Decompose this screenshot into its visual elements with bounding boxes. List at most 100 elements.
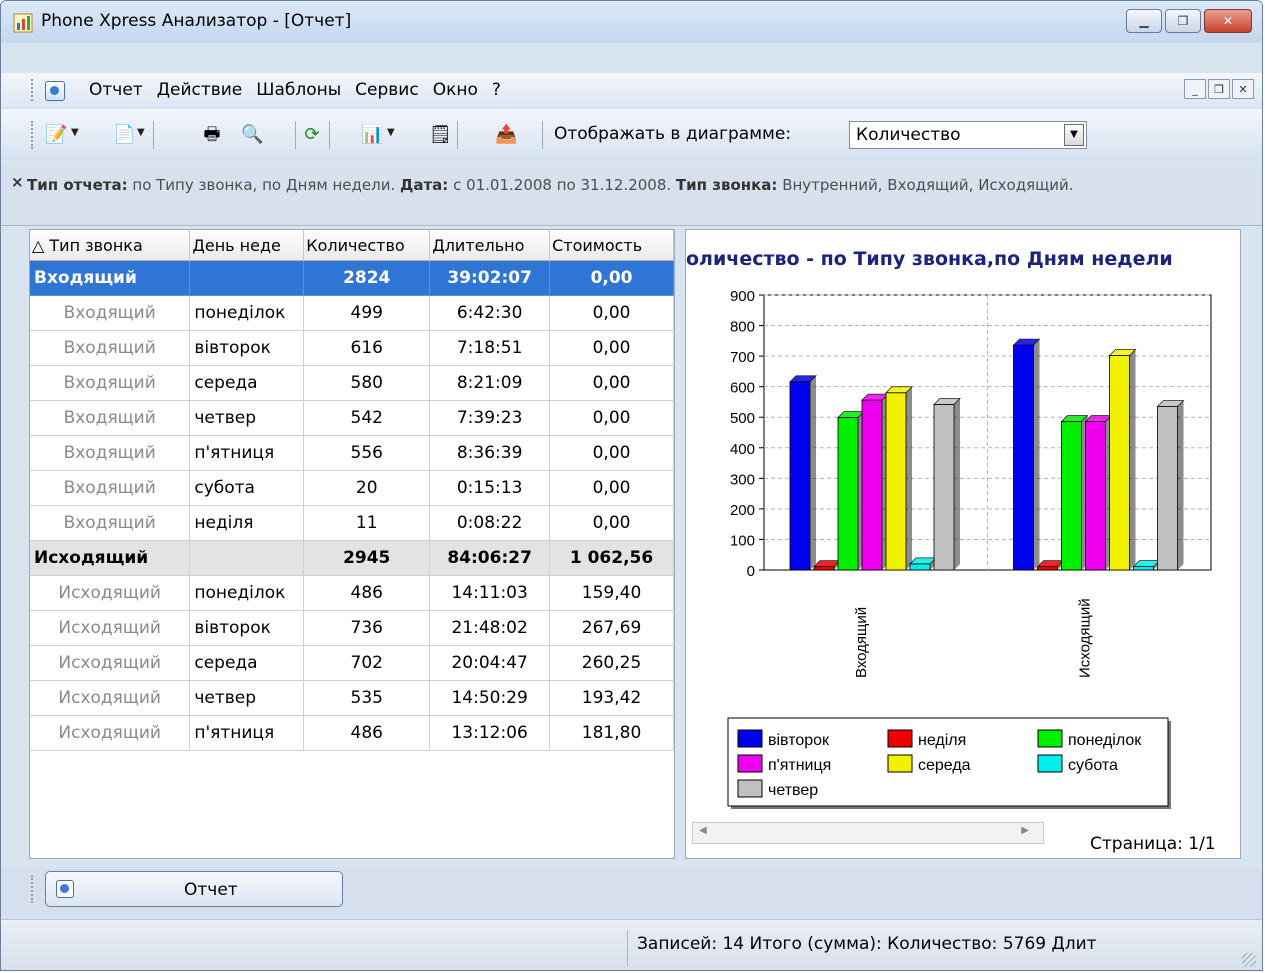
table-cell[interactable]: четвер	[189, 400, 305, 436]
group-row[interactable]: Исходящий 2945 84:06:27 1 062,56	[30, 540, 674, 576]
template-icon[interactable]: 📄	[113, 124, 135, 146]
table-row[interactable]: Исходящий п'ятниця 486 13:12:06 181,80	[30, 715, 674, 751]
table-cell[interactable]: 84:06:27	[429, 540, 551, 576]
table-row[interactable]: Входящий понеділок 499 6:42:30 0,00	[30, 295, 674, 331]
chart-icon[interactable]: 📊	[361, 124, 383, 146]
column-header[interactable]: Количество	[303, 230, 431, 261]
table-cell[interactable]: 267,69	[549, 610, 674, 646]
mdi-close-button[interactable]: ✕	[1232, 79, 1254, 99]
scroll-left-icon[interactable]: ◀	[699, 825, 707, 836]
table-cell[interactable]: Исходящий	[30, 680, 191, 716]
table-row[interactable]: Исходящий вівторок 736 21:48:02 267,69	[30, 610, 674, 646]
table-row[interactable]: Входящий п'ятниця 556 8:36:39 0,00	[30, 435, 674, 471]
close-filter-icon[interactable]: ×	[11, 173, 24, 191]
mdi-minimize-button[interactable]: _	[1184, 79, 1206, 99]
column-header[interactable]: Стоимость	[549, 230, 674, 261]
table-cell[interactable]: 0,00	[549, 295, 674, 331]
table-cell[interactable]: понеділок	[189, 295, 305, 331]
table-cell[interactable]	[189, 540, 305, 576]
table-cell[interactable]: 6:42:30	[429, 295, 551, 331]
table-cell[interactable]: середа	[189, 365, 305, 401]
table-cell[interactable]: вівторок	[189, 610, 305, 646]
horizontal-scrollbar[interactable]: ◀ ▶	[692, 822, 1044, 844]
table-cell[interactable]: 0:08:22	[429, 505, 551, 541]
table-cell[interactable]: 193,42	[549, 680, 674, 716]
table-row[interactable]: Исходящий середа 702 20:04:47 260,25	[30, 645, 674, 681]
table-row[interactable]: Входящий субота 20 0:15:13 0,00	[30, 470, 674, 506]
minimize-button[interactable]: ▁	[1126, 9, 1162, 33]
table-cell[interactable]: 14:50:29	[429, 680, 551, 716]
menu-help[interactable]: ?	[492, 80, 501, 100]
table-row[interactable]: Входящий середа 580 8:21:09 0,00	[30, 365, 674, 401]
menu-grip[interactable]	[31, 79, 37, 101]
table-cell[interactable]: 702	[303, 645, 431, 681]
close-button[interactable]: ✕	[1204, 9, 1252, 33]
chevron-down-icon[interactable]: ▼	[137, 127, 145, 138]
table-cell[interactable]: Исходящий	[30, 540, 191, 576]
table-cell[interactable]: 616	[303, 330, 431, 366]
table-cell[interactable]: п'ятниця	[189, 435, 305, 471]
table-cell[interactable]: 0,00	[549, 330, 674, 366]
table-cell[interactable]: Входящий	[30, 295, 191, 331]
table-cell[interactable]: 7:18:51	[429, 330, 551, 366]
table-row[interactable]: Входящий вівторок 616 7:18:51 0,00	[30, 330, 674, 366]
menu-report[interactable]: Отчет	[89, 80, 143, 100]
table-cell[interactable]: 542	[303, 400, 431, 436]
table-cell[interactable]: 7:39:23	[429, 400, 551, 436]
scroll-right-icon[interactable]: ▶	[1021, 825, 1029, 836]
table-cell[interactable]: Исходящий	[30, 715, 191, 751]
table-cell[interactable]: Входящий	[30, 260, 191, 296]
table-cell[interactable]: 8:21:09	[429, 365, 551, 401]
column-header[interactable]: △ Тип звонка	[30, 230, 191, 261]
table-row[interactable]: Входящий четвер 542 7:39:23 0,00	[30, 400, 674, 436]
table-cell[interactable]: 181,80	[549, 715, 674, 751]
table-cell[interactable]: 0,00	[549, 435, 674, 471]
export-icon[interactable]: 📤	[495, 124, 517, 146]
table-cell[interactable]	[189, 260, 305, 296]
table-cell[interactable]: 20:04:47	[429, 645, 551, 681]
table-cell[interactable]: 580	[303, 365, 431, 401]
table-cell[interactable]: Входящий	[30, 435, 191, 471]
table-cell[interactable]: 736	[303, 610, 431, 646]
table-cell[interactable]: субота	[189, 470, 305, 506]
table-cell[interactable]: Входящий	[30, 330, 191, 366]
tabbar-grip[interactable]	[31, 875, 37, 903]
document-icon[interactable]	[45, 81, 65, 101]
column-header[interactable]: День неде	[189, 230, 305, 261]
table-cell[interactable]: 39:02:07	[429, 260, 551, 296]
table-cell[interactable]: Входящий	[30, 400, 191, 436]
table-row[interactable]: Исходящий четвер 535 14:50:29 193,42	[30, 680, 674, 716]
table-cell[interactable]: Исходящий	[30, 645, 191, 681]
table-cell[interactable]: вівторок	[189, 330, 305, 366]
group-row[interactable]: Входящий 2824 39:02:07 0,00	[30, 260, 674, 296]
menu-window[interactable]: Окно	[433, 80, 478, 100]
table-cell[interactable]: 11	[303, 505, 431, 541]
tab-report[interactable]: Отчет	[45, 871, 343, 907]
table-cell[interactable]: п'ятниця	[189, 715, 305, 751]
chevron-down-icon[interactable]: ▼	[71, 127, 79, 138]
chevron-down-icon[interactable]: ▼	[1064, 124, 1084, 146]
column-header[interactable]: Длительно	[429, 230, 551, 261]
menu-action[interactable]: Действие	[157, 80, 243, 100]
table-cell[interactable]: 14:11:03	[429, 575, 551, 611]
table-row[interactable]: Исходящий понеділок 486 14:11:03 159,40	[30, 575, 674, 611]
table-cell[interactable]: 486	[303, 715, 431, 751]
table-cell[interactable]: 1 062,56	[549, 540, 674, 576]
settings-icon[interactable]: 🗒	[429, 124, 452, 146]
table-cell[interactable]: 556	[303, 435, 431, 471]
table-cell[interactable]: 0,00	[549, 505, 674, 541]
table-cell[interactable]: Входящий	[30, 365, 191, 401]
table-cell[interactable]: 13:12:06	[429, 715, 551, 751]
table-cell[interactable]: четвер	[189, 680, 305, 716]
table-cell[interactable]: 2945	[303, 540, 431, 576]
table-cell[interactable]: 499	[303, 295, 431, 331]
table-cell[interactable]: 0,00	[549, 400, 674, 436]
table-cell[interactable]: Исходящий	[30, 610, 191, 646]
table-cell[interactable]: 260,25	[549, 645, 674, 681]
toolbar-grip[interactable]	[31, 121, 37, 149]
table-cell[interactable]: 159,40	[549, 575, 674, 611]
menu-service[interactable]: Сервис	[355, 80, 419, 100]
table-row[interactable]: Входящий неділя 11 0:08:22 0,00	[30, 505, 674, 541]
maximize-button[interactable]: ❐	[1165, 9, 1201, 33]
print-icon[interactable]: 🖶	[201, 124, 223, 146]
